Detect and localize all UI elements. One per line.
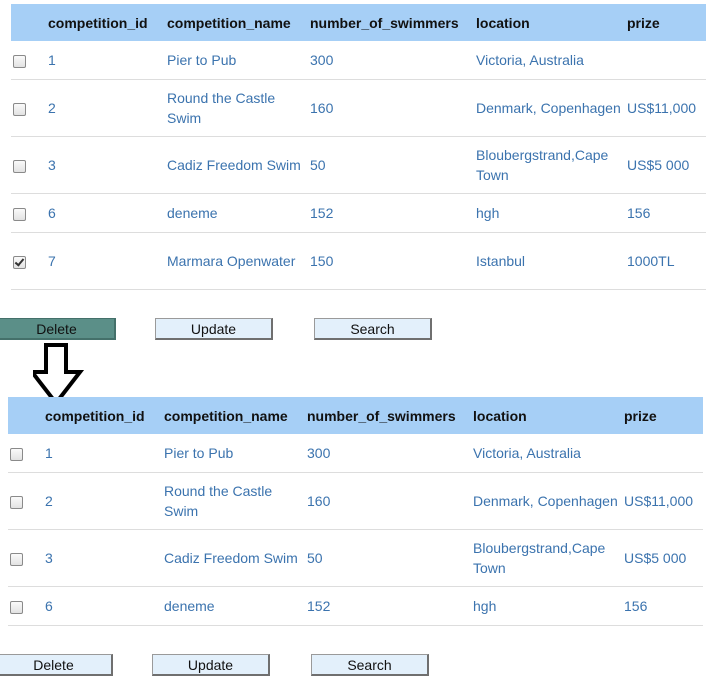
checkbox-column-header — [8, 397, 39, 434]
competition-id-cell: 2 — [42, 79, 161, 137]
column-header-competition-name[interactable]: competition_name — [161, 4, 304, 41]
competition-name-cell: deneme — [158, 586, 301, 626]
competition-name-cell: Pier to Pub — [161, 41, 304, 80]
prize-cell — [618, 434, 703, 473]
competition-name-cell: Cadiz Freedom Swim — [161, 136, 304, 194]
swimmers-cell: 160 — [301, 472, 467, 530]
competition-name-cell: Cadiz Freedom Swim — [158, 529, 301, 587]
location-cell: Victoria, Australia — [470, 41, 621, 80]
prize-cell: 156 — [621, 193, 706, 233]
table-header-row: competition_id competition_name number_o… — [8, 397, 703, 434]
row-checkbox[interactable] — [10, 552, 23, 566]
checkbox-column-header — [11, 4, 42, 41]
search-button[interactable]: Search — [314, 318, 432, 340]
competition-id-cell: 3 — [42, 136, 161, 194]
table-row: 3 Cadiz Freedom Swim 50 Bloubergstrand,C… — [8, 529, 703, 587]
row-checkbox[interactable] — [10, 495, 23, 509]
table-row: 6 deneme 152 hgh 156 — [11, 193, 706, 233]
table-row: 1 Pier to Pub 300 Victoria, Australia — [11, 41, 706, 80]
location-cell: Denmark, Copenhagen — [467, 472, 618, 530]
column-header-number-of-swimmers[interactable]: number_of_swimmers — [304, 4, 470, 41]
column-header-competition-id[interactable]: competition_id — [42, 4, 161, 41]
column-header-prize[interactable]: prize — [618, 397, 703, 434]
prize-cell: 1000TL — [621, 232, 706, 290]
table-row: 2 Round the Castle Swim 160 Denmark, Cop… — [11, 79, 706, 137]
column-header-number-of-swimmers[interactable]: number_of_swimmers — [301, 397, 467, 434]
swimmers-cell: 150 — [304, 232, 470, 290]
update-button[interactable]: Update — [152, 654, 270, 676]
row-checkbox[interactable] — [13, 159, 26, 173]
prize-cell: US$11,000 — [618, 472, 703, 530]
competitions-table: competition_id competition_name number_o… — [8, 397, 703, 626]
competition-name-cell: Pier to Pub — [158, 434, 301, 473]
swimmers-cell: 50 — [301, 529, 467, 587]
location-cell: Bloubergstrand,Cape Town — [470, 136, 621, 194]
table-row: 2 Round the Castle Swim 160 Denmark, Cop… — [8, 472, 703, 530]
competition-id-cell: 2 — [39, 472, 158, 530]
swimmers-cell: 50 — [304, 136, 470, 194]
page: competition_id competition_name number_o… — [0, 0, 715, 687]
row-checkbox[interactable] — [13, 102, 26, 116]
row-checkbox[interactable] — [13, 54, 26, 68]
location-cell: Denmark, Copenhagen — [470, 79, 621, 137]
row-checkbox[interactable] — [13, 207, 26, 221]
competition-id-cell: 3 — [39, 529, 158, 587]
table-row: 6 deneme 152 hgh 156 — [8, 586, 703, 626]
swimmers-cell: 300 — [304, 41, 470, 80]
competition-name-cell: Round the Castle Swim — [161, 79, 304, 137]
prize-cell — [621, 41, 706, 80]
table-row: 3 Cadiz Freedom Swim 50 Bloubergstrand,C… — [11, 136, 706, 194]
prize-cell: US$11,000 — [621, 79, 706, 137]
delete-button[interactable]: Delete — [0, 318, 116, 340]
competitions-table-before: competition_id competition_name number_o… — [11, 4, 706, 290]
table-row: 7 Marmara Openwater 150 Istanbul 1000TL — [11, 232, 706, 290]
row-checkbox[interactable] — [10, 447, 23, 461]
update-button[interactable]: Update — [155, 318, 273, 340]
location-cell: Istanbul — [470, 232, 621, 290]
competition-id-cell: 1 — [39, 434, 158, 473]
competition-id-cell: 6 — [42, 193, 161, 233]
swimmers-cell: 300 — [301, 434, 467, 473]
competition-id-cell: 6 — [39, 586, 158, 626]
column-header-competition-id[interactable]: competition_id — [39, 397, 158, 434]
row-checkbox-checked[interactable] — [13, 255, 26, 269]
swimmers-cell: 152 — [301, 586, 467, 626]
swimmers-cell: 152 — [304, 193, 470, 233]
prize-cell: 156 — [618, 586, 703, 626]
competition-name-cell: deneme — [161, 193, 304, 233]
competition-name-cell: Round the Castle Swim — [158, 472, 301, 530]
column-header-location[interactable]: location — [470, 4, 621, 41]
column-header-location[interactable]: location — [467, 397, 618, 434]
search-button[interactable]: Search — [311, 654, 429, 676]
competition-name-cell: Marmara Openwater — [161, 232, 304, 290]
competition-id-cell: 7 — [42, 232, 161, 290]
column-header-prize[interactable]: prize — [621, 4, 706, 41]
table-row: 1 Pier to Pub 300 Victoria, Australia — [8, 434, 703, 473]
location-cell: Bloubergstrand,Cape Town — [467, 529, 618, 587]
prize-cell: US$5 000 — [621, 136, 706, 194]
prize-cell: US$5 000 — [618, 529, 703, 587]
competitions-table: competition_id competition_name number_o… — [11, 4, 706, 290]
location-cell: hgh — [467, 586, 618, 626]
delete-button[interactable]: Delete — [0, 654, 113, 676]
competition-id-cell: 1 — [42, 41, 161, 80]
swimmers-cell: 160 — [304, 79, 470, 137]
row-checkbox[interactable] — [10, 600, 23, 614]
location-cell: hgh — [470, 193, 621, 233]
table-header-row: competition_id competition_name number_o… — [11, 4, 706, 41]
competitions-table-after: competition_id competition_name number_o… — [8, 397, 703, 626]
column-header-competition-name[interactable]: competition_name — [158, 397, 301, 434]
location-cell: Victoria, Australia — [467, 434, 618, 473]
